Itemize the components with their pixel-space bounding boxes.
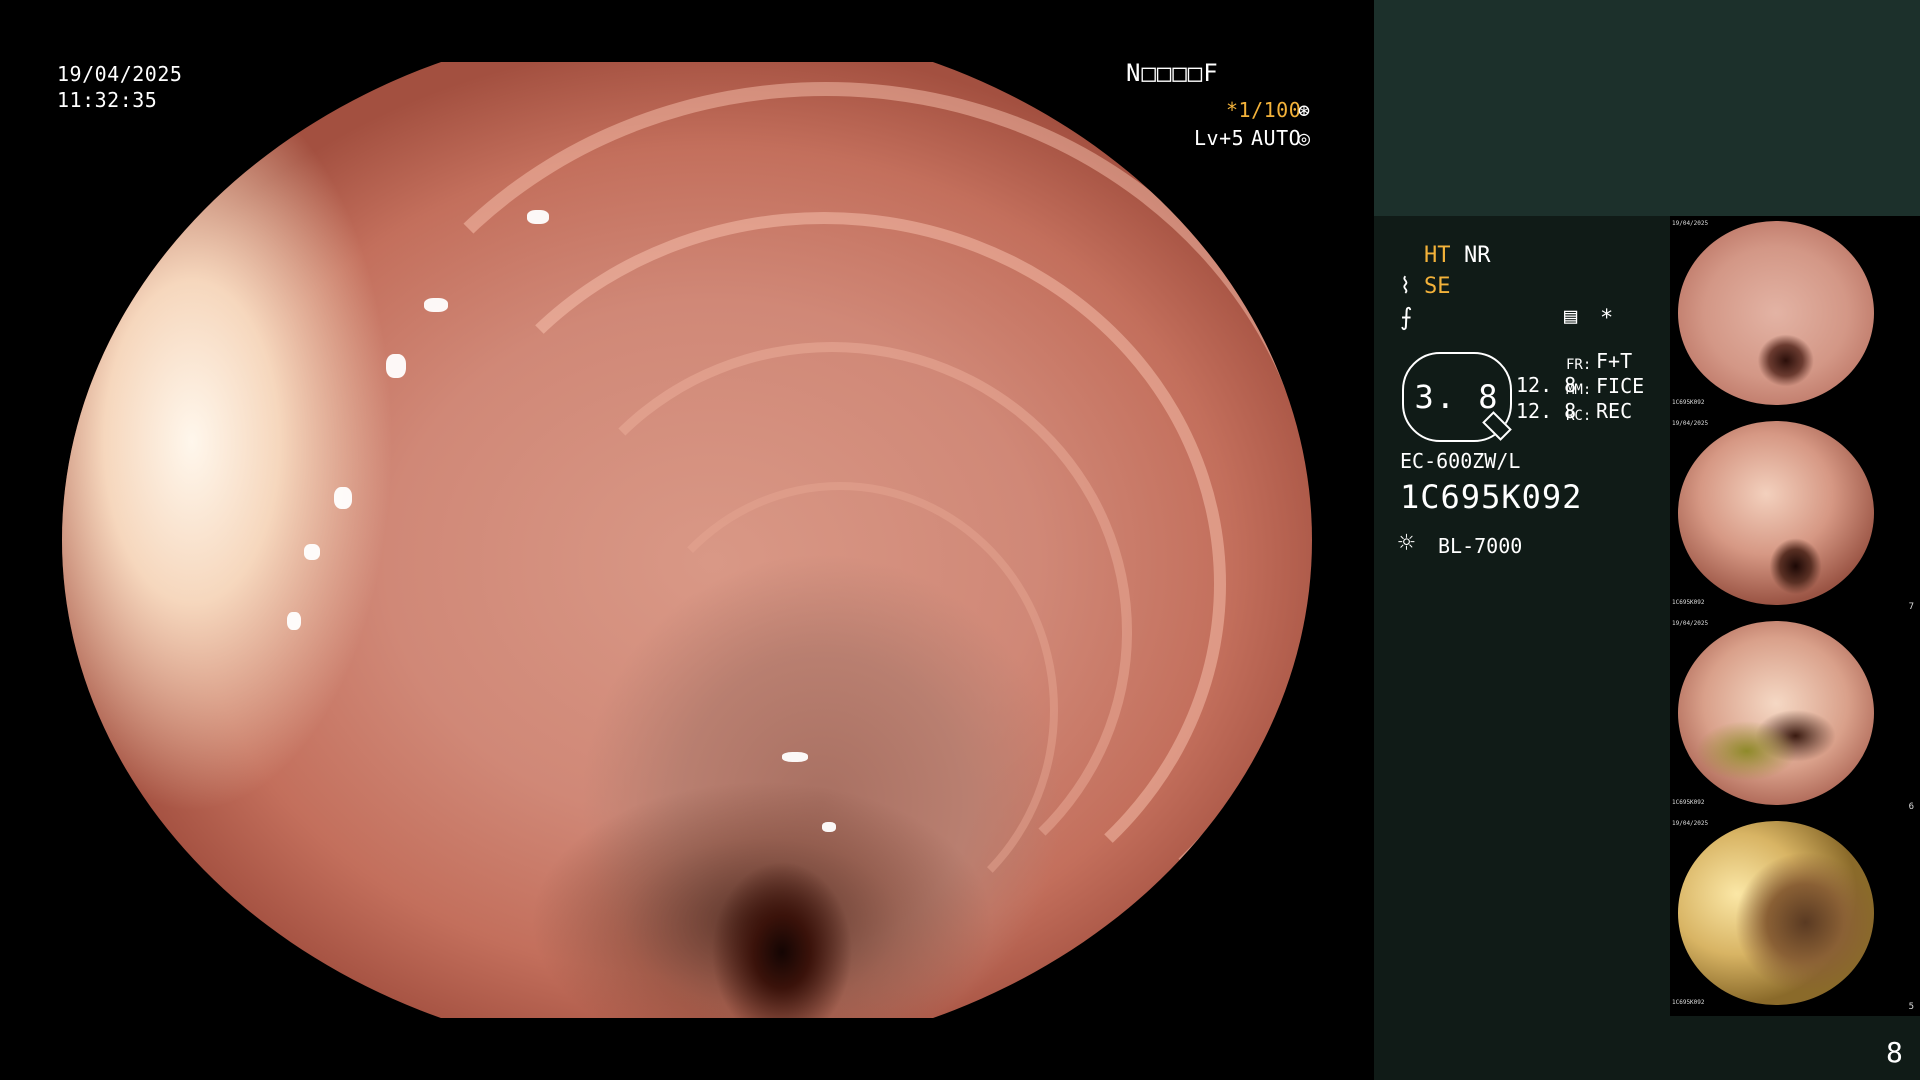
endoscopy-screen: 19/04/2025 11:32:35 N□□□□F *1/100 ⊛ Lv+5… bbox=[0, 0, 1920, 1080]
mm-key: MM: bbox=[1566, 382, 1592, 398]
thumbnail-image bbox=[1678, 421, 1874, 605]
thumbnail-serial: 1C695K092 bbox=[1672, 999, 1705, 1006]
mucosal-fold bbox=[622, 482, 1058, 938]
thumbnail[interactable]: 19/04/2025 1C695K092 bbox=[1670, 216, 1920, 416]
page-number: 8 bbox=[1886, 1036, 1903, 1069]
light-reflection bbox=[334, 487, 352, 509]
scope-serial: 1C695K092 bbox=[1400, 478, 1583, 516]
thumbnail-number: 5 bbox=[1908, 1002, 1914, 1012]
shutter-speed: *1/100 bbox=[1226, 98, 1302, 122]
endoscope-image bbox=[62, 62, 1312, 1018]
zoom-value: 3. 8 bbox=[1414, 378, 1500, 416]
scope-model: EC-600ZW/L bbox=[1400, 449, 1521, 473]
thumbnail-date: 19/04/2025 bbox=[1672, 820, 1709, 827]
thumbnail-strip: 19/04/2025 1C695K092 19/04/2025 1C695K09… bbox=[1670, 216, 1920, 1016]
thumbnail-image bbox=[1678, 621, 1874, 805]
auto-mode-icon: ◎ bbox=[1298, 126, 1311, 150]
nr-indicator: NR bbox=[1464, 243, 1491, 268]
zoom-icon: 3. 8 bbox=[1402, 352, 1512, 442]
rc-setting: REC bbox=[1596, 399, 1633, 423]
thumbnail[interactable]: 19/04/2025 1C695K092 5 bbox=[1670, 816, 1920, 1016]
thumbnail-serial: 1C695K092 bbox=[1672, 399, 1705, 406]
thumbnail-date: 19/04/2025 bbox=[1672, 620, 1709, 627]
shutter-icon: ⊛ bbox=[1298, 98, 1311, 122]
date-readout: 19/04/2025 bbox=[57, 62, 183, 86]
thumbnail-serial: 1C695K092 bbox=[1672, 599, 1705, 606]
thumbnail-number: 7 bbox=[1908, 602, 1914, 612]
light-reflection bbox=[287, 612, 301, 630]
mm-setting: FICE bbox=[1596, 374, 1645, 398]
thumbnail-date: 19/04/2025 bbox=[1672, 420, 1709, 427]
thumbnail-number: 6 bbox=[1908, 802, 1914, 812]
light-reflection bbox=[782, 752, 808, 762]
time-readout: 11:32:35 bbox=[57, 88, 158, 112]
star-indicator: * bbox=[1600, 306, 1614, 331]
rc-key: RC: bbox=[1566, 408, 1592, 424]
fr-setting: F+T bbox=[1596, 349, 1633, 373]
light-reflection bbox=[386, 354, 406, 378]
thumbnail[interactable]: 19/04/2025 1C695K092 7 bbox=[1670, 416, 1920, 616]
lamp-icon: ☼ bbox=[1398, 526, 1415, 559]
light-reflection bbox=[304, 544, 320, 560]
filter-icon: ⨍ bbox=[1400, 303, 1413, 331]
exposure-mode: AUTO bbox=[1251, 126, 1302, 150]
ht-indicator: HT bbox=[1424, 243, 1451, 268]
se-icon: ⌇ bbox=[1400, 274, 1411, 299]
menu-icon: ▤ bbox=[1564, 304, 1578, 329]
light-source: BL-7000 bbox=[1438, 534, 1523, 558]
brightness-level: Lv+5 bbox=[1194, 126, 1245, 150]
fr-key: FR: bbox=[1566, 357, 1592, 373]
light-reflection bbox=[822, 822, 836, 832]
thumbnail-serial: 1C695K092 bbox=[1672, 799, 1705, 806]
info-panel: HT NR ⌇ SE ⨍ ▤ * 3. 8 12. 8 12. 8 FR: MM… bbox=[1374, 0, 1920, 1080]
light-reflection bbox=[527, 210, 549, 224]
thumbnail-image bbox=[1678, 821, 1874, 1005]
info-panel-header bbox=[1374, 0, 1920, 216]
thumbnail[interactable]: 19/04/2025 1C695K092 6 bbox=[1670, 616, 1920, 816]
patient-id: N□□□□F bbox=[1126, 59, 1219, 87]
thumbnail-image bbox=[1678, 221, 1874, 405]
thumbnail-date: 19/04/2025 bbox=[1672, 220, 1709, 227]
se-indicator: SE bbox=[1424, 274, 1451, 299]
live-view: 19/04/2025 11:32:35 N□□□□F *1/100 ⊛ Lv+5… bbox=[0, 0, 1374, 1080]
light-reflection bbox=[424, 298, 448, 312]
